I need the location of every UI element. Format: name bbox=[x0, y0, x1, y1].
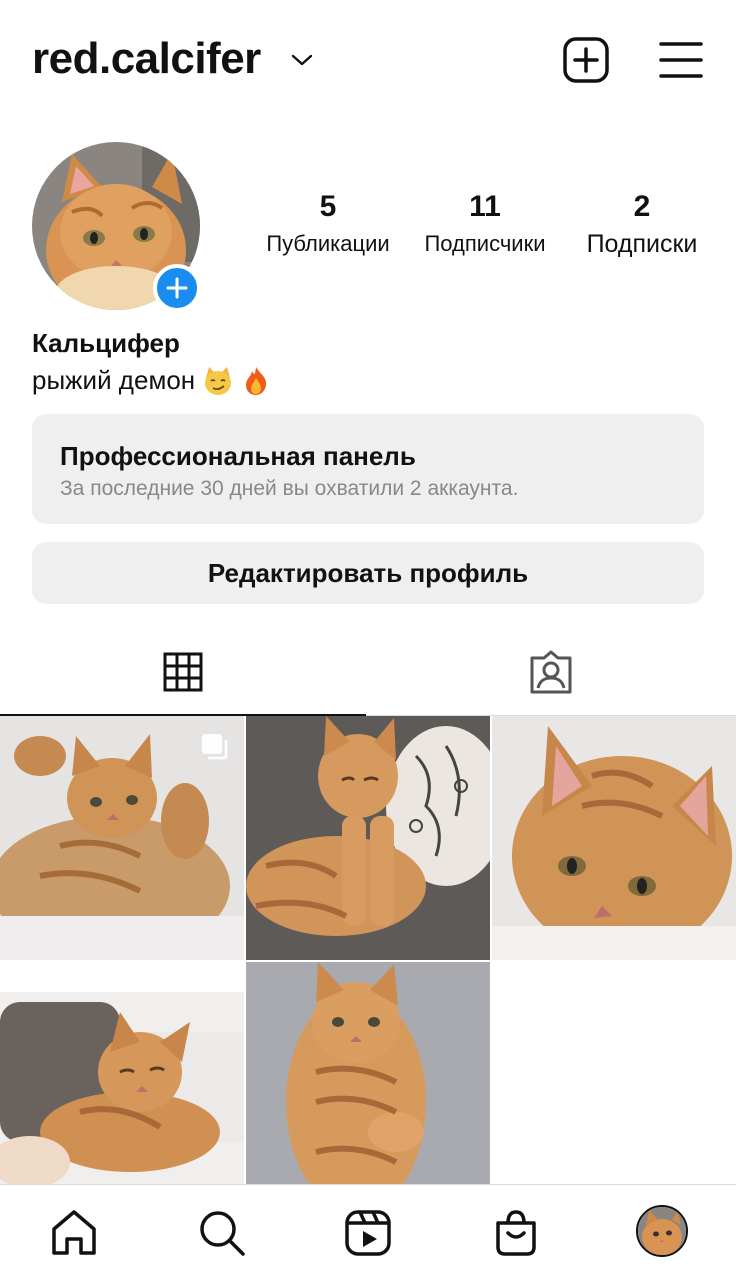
username-switcher[interactable]: red.calcifer bbox=[32, 34, 261, 84]
stat-followers-count: 11 bbox=[469, 190, 501, 223]
plus-square-icon[interactable] bbox=[562, 36, 610, 84]
reels-icon[interactable] bbox=[342, 1207, 394, 1259]
edit-profile-button[interactable]: Редактировать профиль bbox=[32, 542, 704, 604]
hamburger-menu-icon[interactable] bbox=[658, 40, 704, 80]
profile-avatar-tab[interactable] bbox=[636, 1205, 688, 1257]
add-story-button[interactable] bbox=[153, 264, 201, 312]
search-icon[interactable] bbox=[196, 1207, 248, 1259]
post-thumbnail-5[interactable] bbox=[246, 962, 490, 1186]
stat-followers-label: Подписчики bbox=[424, 231, 546, 256]
tagged-person-icon bbox=[530, 650, 572, 694]
stat-followers[interactable]: 11 Подписчики bbox=[412, 190, 558, 260]
smirking-cat-emoji bbox=[205, 366, 232, 395]
posts-grid bbox=[0, 716, 736, 1186]
bio-text: рыжий демон bbox=[32, 365, 196, 395]
tab-tagged[interactable] bbox=[370, 630, 736, 716]
stat-following[interactable]: 2 Подписки bbox=[574, 190, 710, 260]
multiple-photos-icon bbox=[202, 734, 228, 760]
fire-emoji bbox=[246, 366, 267, 395]
profile-tabs bbox=[0, 630, 736, 716]
bottom-navigation bbox=[0, 1184, 736, 1280]
post-thumbnail-2[interactable] bbox=[246, 716, 490, 960]
stat-posts-label: Публикации bbox=[266, 231, 390, 256]
top-bar: red.calcifer bbox=[0, 0, 736, 120]
home-icon[interactable] bbox=[48, 1207, 100, 1259]
chevron-down-icon[interactable] bbox=[290, 50, 314, 70]
post-thumbnail-1[interactable] bbox=[0, 716, 244, 960]
profile-avatar[interactable] bbox=[32, 142, 201, 312]
stat-following-label: Подписки bbox=[586, 230, 698, 258]
display-name: Кальцифер bbox=[32, 328, 180, 358]
post-thumbnail-3[interactable] bbox=[492, 716, 736, 960]
professional-dashboard-card[interactable]: Профессиональная панель За последние 30 … bbox=[32, 414, 704, 524]
stat-posts[interactable]: 5 Публикации bbox=[256, 190, 400, 260]
pro-panel-title: Профессиональная панель bbox=[60, 441, 416, 471]
shop-icon[interactable] bbox=[490, 1207, 542, 1259]
bio: рыжий демон bbox=[32, 365, 271, 396]
grid-icon bbox=[163, 652, 203, 692]
pro-panel-subtitle: За последние 30 дней вы охватили 2 аккау… bbox=[60, 477, 519, 500]
post-thumbnail-4[interactable] bbox=[0, 962, 244, 1186]
stat-following-count: 2 bbox=[633, 190, 651, 223]
stat-posts-count: 5 bbox=[319, 190, 337, 223]
tab-posts-grid[interactable] bbox=[0, 630, 366, 716]
plus-icon bbox=[166, 277, 188, 299]
